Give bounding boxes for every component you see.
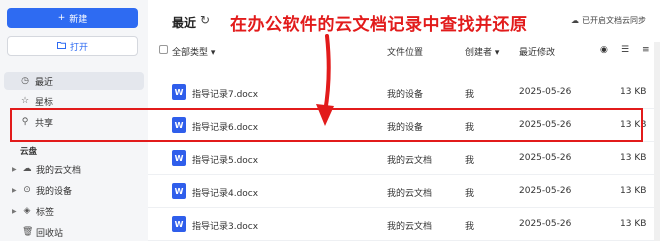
select-all-checkbox[interactable] xyxy=(159,45,168,54)
word-file-icon: W xyxy=(172,117,186,133)
sidebar-item-label: 标签 xyxy=(36,207,55,218)
sidebar-item-starred[interactable]: ☆ 星标 xyxy=(4,92,144,110)
file-name[interactable]: 指导记录7.docx xyxy=(192,87,258,100)
file-size: 13 KB xyxy=(620,219,647,229)
sidebar-item-label: 回收站 xyxy=(36,228,64,239)
annotation-caption: 在办公软件的云文档记录中查找并还原 xyxy=(230,15,528,35)
page-title: 最近 xyxy=(172,16,197,30)
sidebar-item-label: 我的云文档 xyxy=(36,165,82,176)
sidebar-item-label: 共享 xyxy=(35,118,54,129)
file-size: 13 KB xyxy=(620,186,647,196)
cloud-sync-label: 已开启文档云同步 xyxy=(582,16,646,25)
file-name[interactable]: 指导记录4.docx xyxy=(192,186,258,199)
file-location: 我的设备 xyxy=(387,90,424,100)
new-button[interactable]: + 新建 xyxy=(7,8,138,28)
cloud-sync-icon: ☁ xyxy=(571,16,579,25)
sidebar-item-shared[interactable]: ⚲ 共享 xyxy=(4,113,144,131)
folder-open-icon xyxy=(56,41,66,52)
list-view-icon[interactable]: ≡ xyxy=(642,45,650,55)
sidebar: + 新建 打开 ◷ 最近 ☆ 星标 ⚲ 共享 云盘 ▶ ☁ 我的云文档 ▶ ⊙ … xyxy=(0,0,148,241)
file-name[interactable]: 指导记录3.docx xyxy=(192,219,258,232)
star-icon: ☆ xyxy=(20,96,30,106)
sidebar-item-tags[interactable]: ▶ ◈ 标签 xyxy=(4,203,144,219)
sidebar-item-label: 我的设备 xyxy=(36,186,73,197)
eye-icon[interactable]: ◉ xyxy=(600,45,608,55)
file-modified: 2025-05-26 xyxy=(519,186,572,196)
file-size: 13 KB xyxy=(620,153,647,163)
plus-icon: + xyxy=(57,13,66,23)
sidebar-item-my-devices[interactable]: ▶ ⊙ 我的设备 xyxy=(4,182,144,198)
main-panel: 最近 ↻ 在办公软件的云文档记录中查找并还原 ☁ 已开启文档云同步 全部类型 ▾… xyxy=(148,0,660,241)
file-name[interactable]: 指导记录6.docx xyxy=(192,120,258,133)
trash-icon: 🗑 xyxy=(22,227,34,237)
file-location: 我的云文档 xyxy=(387,156,433,166)
open-button-label: 打开 xyxy=(69,42,88,53)
table-row[interactable]: W 指导记录5.docx 我的云文档 我 2025-05-26 13 KB xyxy=(148,142,660,175)
sidebar-item-recent[interactable]: ◷ 最近 xyxy=(4,72,144,90)
table-row[interactable]: W 指导记录6.docx 我的设备 我 2025-05-26 13 KB xyxy=(148,109,660,142)
word-file-icon: W xyxy=(172,216,186,232)
tag-icon: ◈ xyxy=(23,206,31,216)
filter-icon[interactable]: ☰ xyxy=(621,45,629,55)
file-location: 我的设备 xyxy=(387,123,424,133)
caret-right-icon[interactable]: ▶ xyxy=(12,187,18,194)
word-file-icon: W xyxy=(172,183,186,199)
column-modified[interactable]: 最近修改 xyxy=(519,45,555,58)
file-name[interactable]: 指导记录5.docx xyxy=(192,153,258,166)
file-modified: 2025-05-26 xyxy=(519,153,572,163)
file-creator: 我 xyxy=(465,156,475,166)
file-modified: 2025-05-26 xyxy=(519,219,572,229)
scrollbar[interactable] xyxy=(654,42,660,241)
table-header: 全部类型 ▾ 文件位置 创建者 ▾ 最近修改 ◉ ☰ ≡ xyxy=(148,42,660,60)
cloud-sync-status[interactable]: ☁ 已开启文档云同步 xyxy=(571,15,646,26)
word-file-icon: W xyxy=(172,84,186,100)
annotation-arrow-icon xyxy=(316,34,334,126)
sidebar-item-label: 星标 xyxy=(35,97,54,108)
refresh-icon[interactable]: ↻ xyxy=(200,13,210,27)
file-location: 我的云文档 xyxy=(387,222,433,232)
type-filter[interactable]: 全部类型 ▾ xyxy=(172,45,215,58)
clock-icon: ◷ xyxy=(21,76,29,86)
cloud-icon: ☁ xyxy=(22,164,32,174)
file-size: 13 KB xyxy=(620,87,647,97)
word-file-icon: W xyxy=(172,150,186,166)
new-button-label: 新建 xyxy=(69,14,88,25)
file-size: 13 KB xyxy=(620,120,647,130)
table-row[interactable]: W 指导记录4.docx 我的云文档 我 2025-05-26 13 KB xyxy=(148,175,660,208)
sidebar-item-trash[interactable]: 🗑 回收站 xyxy=(4,224,144,240)
share-icon: ⚲ xyxy=(21,117,29,127)
table-row[interactable]: W 指导记录7.docx 我的设备 我 2025-05-26 13 KB xyxy=(148,76,660,109)
file-creator: 我 xyxy=(465,222,475,232)
file-creator: 我 xyxy=(465,123,475,133)
open-button[interactable]: 打开 xyxy=(7,36,138,56)
device-icon: ⊙ xyxy=(23,185,31,195)
file-location: 我的云文档 xyxy=(387,189,433,199)
table-row[interactable]: W 指导记录3.docx 我的云文档 我 2025-05-26 13 KB xyxy=(148,208,660,241)
column-location: 文件位置 xyxy=(387,48,424,58)
file-creator: 我 xyxy=(465,90,475,100)
file-modified: 2025-05-26 xyxy=(519,87,572,97)
caret-right-icon[interactable]: ▶ xyxy=(12,208,18,215)
cloud-drive-heading: 云盘 xyxy=(20,147,38,157)
sidebar-item-my-cloud-docs[interactable]: ▶ ☁ 我的云文档 xyxy=(4,161,144,177)
sidebar-item-label: 最近 xyxy=(35,77,54,88)
file-creator: 我 xyxy=(465,189,475,199)
file-modified: 2025-05-26 xyxy=(519,120,572,130)
creator-filter[interactable]: 创建者 ▾ xyxy=(465,45,499,58)
caret-right-icon[interactable]: ▶ xyxy=(12,166,18,173)
